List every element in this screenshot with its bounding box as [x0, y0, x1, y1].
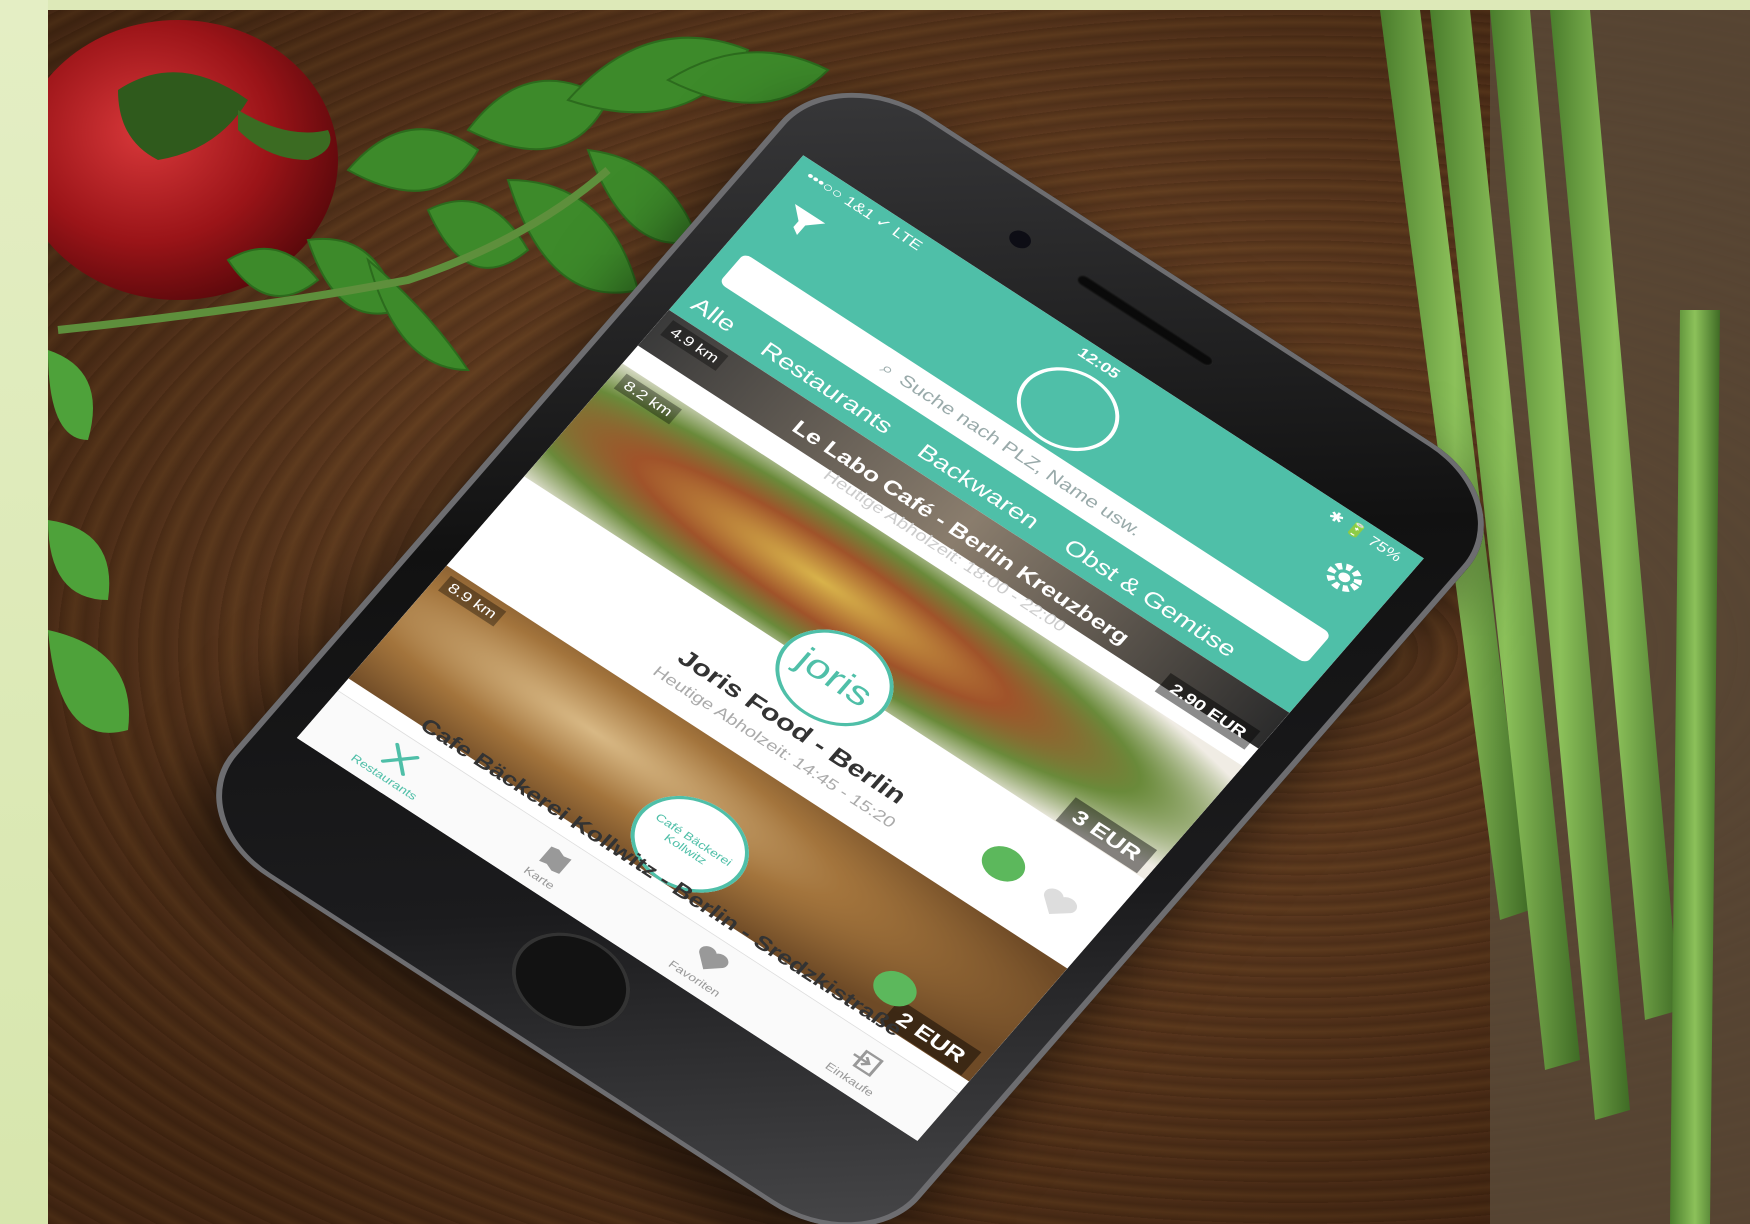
basil-left — [48, 350, 129, 733]
asparagus — [1380, 10, 1750, 1224]
left-border-band — [0, 0, 48, 1224]
filter-icon[interactable] — [772, 198, 832, 248]
listing-logo-text: joris — [788, 640, 882, 715]
photo-scene: •••○○ 1&1 ✓ LTE 12:05 ✱ 🔋 75% ⌕ Suche na… — [0, 0, 1750, 1224]
search-icon: ⌕ — [876, 358, 900, 380]
gear-icon[interactable] — [1312, 550, 1377, 605]
